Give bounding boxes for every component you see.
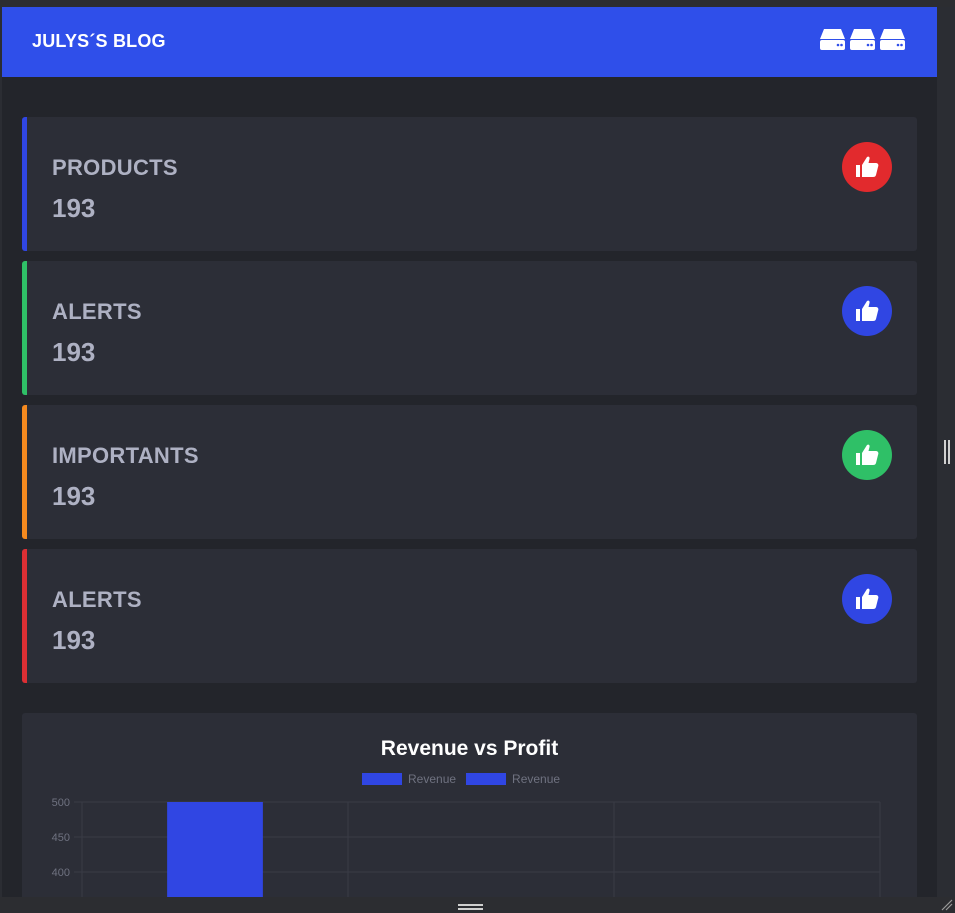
thumbs-up-icon [856,156,879,177]
brand-title[interactable]: JULYS´S BLOG [32,31,166,52]
top-header: JULYS´S BLOG [2,7,937,77]
stat-card-alerts: ALERTS 193 [22,261,917,395]
card-accent-bar [22,549,27,683]
window-top-strip [0,0,955,7]
app-container: JULYS´S BLOG PRODUCTS 193 ALERTS 193 IMP… [2,7,937,897]
card-value: 193 [52,337,96,367]
card-badge[interactable] [842,574,892,624]
bar-chart: 500 450 400 [52,797,881,897]
y-tick-label: 400 [52,867,70,879]
card-value: 193 [52,481,96,511]
y-tick-label: 450 [52,832,70,844]
card-badge[interactable] [842,286,892,336]
stat-card-importants: IMPORTANTS 193 [22,405,917,539]
thumbs-up-icon [856,300,879,321]
card-label: ALERTS [52,299,142,324]
card-accent-bar [22,117,27,251]
side-resize-handle[interactable] [944,440,950,464]
bar[interactable] [167,802,263,897]
stat-card-products: PRODUCTS 193 [22,117,917,251]
card-label: IMPORTANTS [52,443,199,468]
card-badge[interactable] [842,430,892,480]
chart-card: Revenue vs Profit Revenue Revenue 500 450… [22,713,917,897]
card-accent-bar [22,405,27,539]
drive-icon[interactable] [879,28,906,51]
card-accent-bar [22,261,27,395]
card-label: PRODUCTS [52,155,178,180]
stat-card-alerts-2: ALERTS 193 [22,549,917,683]
drive-icon[interactable] [849,28,876,51]
card-value: 193 [52,625,96,655]
drive-icon[interactable] [819,28,846,51]
card-value: 193 [52,193,96,223]
header-icons [819,28,906,51]
thumbs-up-icon [856,444,879,465]
card-label: ALERTS [52,587,142,612]
y-tick-label: 500 [52,797,70,809]
corner-resize-icon[interactable] [941,899,953,911]
card-badge[interactable] [842,142,892,192]
resize-grip-icon[interactable] [458,904,483,910]
thumbs-up-icon [856,588,879,609]
